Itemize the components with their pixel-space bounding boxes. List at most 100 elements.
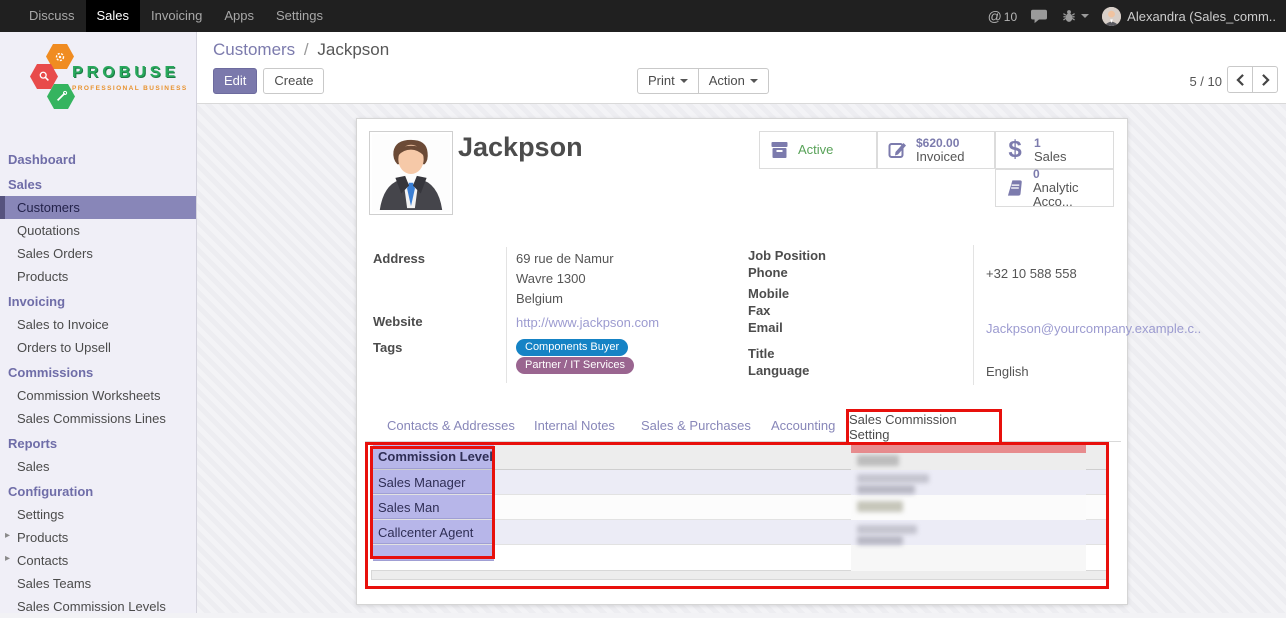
pager-previous-button[interactable]	[1227, 66, 1253, 93]
website-link[interactable]: http://www.jackpson.com	[516, 315, 659, 330]
mention-count: 10	[1004, 10, 1017, 24]
tab-accounting[interactable]: Accounting	[771, 418, 835, 433]
edit-pencil-icon	[886, 140, 908, 160]
sidebar-item-orders-to-upsell[interactable]: Orders to Upsell	[0, 336, 196, 359]
sidebar-item-sales-commission-levels[interactable]: Sales Commission Levels	[0, 595, 196, 618]
phone-label: Phone	[748, 265, 788, 280]
active-stat-button[interactable]: Active	[759, 131, 877, 169]
sidebar-item-commission-worksheets[interactable]: Commission Worksheets	[0, 384, 196, 407]
title-label: Title	[748, 346, 775, 361]
invoiced-label: Invoiced	[916, 150, 964, 164]
sidebar-item-sales-to-invoice[interactable]: Sales to Invoice	[0, 313, 196, 336]
logo-title: PROBUSE	[72, 64, 188, 82]
analytic-count-label: Analytic Acco...	[1033, 181, 1105, 209]
sidebar-item-customers[interactable]: Customers	[0, 196, 196, 219]
commission-level-cell[interactable]: Callcenter Agent	[373, 520, 494, 544]
sales-count-value: 1	[1034, 136, 1067, 150]
analytic-accounts-stat-button[interactable]: 0 Analytic Acco...	[995, 169, 1114, 207]
address-city[interactable]: Wavre 1300	[516, 271, 586, 286]
at-mention-icon: @	[988, 8, 1002, 24]
customer-photo[interactable]	[369, 131, 453, 215]
caret-down-icon	[750, 79, 758, 83]
print-dropdown-button[interactable]: Print	[637, 68, 699, 94]
main-content: Jackpson Active $620.00 Invoiced $ 1 Sal…	[197, 104, 1286, 613]
sidebar-item-sales-orders[interactable]: Sales Orders	[0, 242, 196, 265]
top-menu: Discuss Sales Invoicing Apps Settings	[18, 0, 334, 32]
control-panel: Customers / Jackpson Edit Create Print A…	[197, 32, 1286, 104]
breadcrumb-customers[interactable]: Customers	[213, 40, 295, 59]
mentions-counter[interactable]: @10	[988, 8, 1018, 24]
sidebar-item-settings[interactable]: Settings	[0, 503, 196, 526]
commission-level-header[interactable]: Commission Level	[373, 444, 494, 469]
chevron-right-icon	[1261, 74, 1270, 86]
tag-components-buyer[interactable]: Components Buyer	[516, 339, 628, 356]
invoiced-value: $620.00	[916, 136, 964, 150]
tab-sales-purchases[interactable]: Sales & Purchases	[641, 418, 751, 433]
menu-apps[interactable]: Apps	[213, 0, 265, 32]
tab-sales-commission-setting[interactable]: Sales Commission Setting	[848, 410, 1000, 442]
sidebar-item-sales-teams[interactable]: Sales Teams	[0, 572, 196, 595]
field-separator	[973, 245, 974, 385]
user-avatar	[1102, 7, 1121, 26]
sales-count-label: Sales	[1034, 150, 1067, 164]
analytic-count-value: 0	[1033, 167, 1105, 181]
sales-stat-button[interactable]: $ 1 Sales	[995, 131, 1114, 169]
sidebar-item-config-products[interactable]: ▸Products	[0, 526, 196, 549]
sidebar-section-configuration[interactable]: Configuration	[0, 478, 196, 503]
dollar-sign-icon: $	[1004, 139, 1026, 161]
print-label: Print	[648, 73, 675, 89]
tag-partner-it-services[interactable]: Partner / IT Services	[516, 357, 634, 374]
address-label: Address	[373, 251, 425, 266]
commission-level-cell[interactable]: Sales Man	[373, 495, 494, 519]
job-position-label: Job Position	[748, 248, 826, 263]
commission-level-cell[interactable]: Sales Manager	[373, 470, 494, 494]
bug-icon[interactable]	[1061, 8, 1089, 24]
edit-button[interactable]: Edit	[213, 68, 257, 94]
horizontal-scrollbar[interactable]	[371, 570, 1107, 580]
menu-invoicing[interactable]: Invoicing	[140, 0, 213, 32]
invoiced-stat-button[interactable]: $620.00 Invoiced	[877, 131, 995, 169]
sidebar-section-reports[interactable]: Reports	[0, 430, 196, 455]
archive-box-icon	[768, 140, 790, 160]
action-label: Action	[709, 73, 745, 89]
field-separator	[506, 247, 507, 383]
sidebar-item-sales-commissions-lines[interactable]: Sales Commissions Lines	[0, 407, 196, 430]
sidebar-section-dashboard[interactable]: Dashboard	[0, 146, 196, 171]
menu-sales[interactable]: Sales	[86, 0, 141, 32]
tab-contacts-addresses[interactable]: Contacts & Addresses	[387, 418, 515, 433]
chat-bubble-icon[interactable]	[1030, 8, 1048, 24]
breadcrumb: Customers / Jackpson	[213, 40, 389, 60]
sidebar-item-products[interactable]: Products	[0, 265, 196, 288]
redacted-blur-region	[851, 444, 1086, 571]
sidebar-section-sales[interactable]: Sales	[0, 171, 196, 196]
sidebar-item-reports-sales[interactable]: Sales	[0, 455, 196, 478]
phone-value[interactable]: +32 10 588 558	[986, 266, 1077, 281]
mobile-label: Mobile	[748, 286, 789, 301]
language-value[interactable]: English	[986, 364, 1029, 379]
address-street[interactable]: 69 rue de Namur	[516, 251, 614, 266]
sidebar-item-quotations[interactable]: Quotations	[0, 219, 196, 242]
email-link[interactable]: Jackpson@yourcompany.example.c..	[986, 321, 1201, 336]
sidebar: PROBUSE PROFESSIONAL BUSINESS Dashboard …	[0, 32, 197, 613]
tags-label: Tags	[373, 340, 402, 355]
sidebar-section-invoicing[interactable]: Invoicing	[0, 288, 196, 313]
sidebar-nav: Dashboard Sales Customers Quotations Sal…	[0, 146, 196, 618]
menu-discuss[interactable]: Discuss	[18, 0, 86, 32]
tab-internal-notes[interactable]: Internal Notes	[534, 418, 615, 433]
menu-settings[interactable]: Settings	[265, 0, 334, 32]
pager-counter: 5 / 10	[1189, 74, 1222, 89]
user-menu[interactable]: Alexandra (Sales_comm..	[1102, 7, 1276, 26]
redacted-highlight-strip	[851, 444, 1086, 453]
sidebar-section-commissions[interactable]: Commissions	[0, 359, 196, 384]
chevron-left-icon	[1236, 74, 1245, 86]
commission-level-cell-empty	[373, 545, 494, 561]
create-button[interactable]: Create	[263, 68, 324, 94]
fax-label: Fax	[748, 303, 770, 318]
book-icon	[1004, 178, 1025, 198]
action-dropdown-button[interactable]: Action	[698, 68, 769, 94]
top-navbar: Discuss Sales Invoicing Apps Settings @1…	[0, 0, 1286, 32]
sidebar-item-config-contacts[interactable]: ▸Contacts	[0, 549, 196, 572]
address-country[interactable]: Belgium	[516, 291, 563, 306]
pager-next-button[interactable]	[1252, 66, 1278, 93]
active-label: Active	[798, 143, 833, 157]
